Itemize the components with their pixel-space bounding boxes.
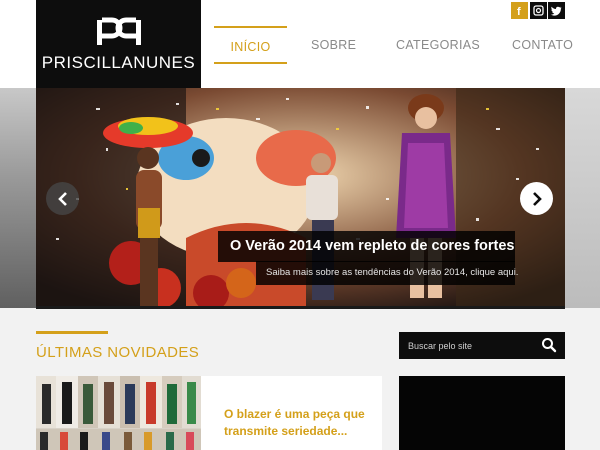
search-input[interactable] (399, 332, 539, 359)
twitter-icon[interactable] (548, 2, 565, 19)
prev-slide-preview (0, 88, 36, 308)
post-title[interactable]: O blazer é uma peça que transmite seried… (224, 406, 374, 440)
svg-text:f: f (517, 6, 521, 16)
next-slide-preview (564, 88, 600, 308)
logo-monogram-icon (97, 17, 141, 45)
site-header: PRISCILLANUNES INÍCIO SOBRE CATEGORIAS C… (0, 0, 600, 88)
nav-item-sobre[interactable]: SOBRE (311, 26, 356, 64)
post-thumbnail[interactable] (36, 376, 201, 450)
search-icon[interactable] (541, 337, 557, 353)
slider-bottom-bar (36, 306, 565, 309)
facebook-icon[interactable]: f (511, 2, 528, 19)
slider-next-button[interactable] (520, 182, 553, 215)
chevron-left-icon (57, 191, 67, 206)
logo-text: PRISCILLANUNES (41, 53, 196, 72)
post-card[interactable]: O blazer é uma peça que transmite seried… (36, 376, 382, 450)
chevron-right-icon (532, 191, 542, 206)
site-logo[interactable]: PRISCILLANUNES (36, 0, 201, 88)
slider-prev-button[interactable] (46, 182, 79, 215)
sidebar-widget (399, 376, 565, 450)
nav-item-categorias[interactable]: CATEGORIAS (396, 26, 480, 64)
section-title-underline (36, 331, 108, 334)
search-box (399, 332, 565, 359)
instagram-icon[interactable] (530, 2, 547, 19)
nav-item-inicio[interactable]: INÍCIO (214, 26, 287, 64)
nav-item-contato[interactable]: CONTATO (512, 26, 573, 64)
section-title: ÚLTIMAS NOVIDADES (36, 344, 200, 361)
slide-caption-subtitle[interactable]: Saiba mais sobre as tendências do Verão … (256, 261, 518, 285)
slide-caption-title[interactable]: O Verão 2014 vem repleto de cores fortes (218, 231, 515, 262)
